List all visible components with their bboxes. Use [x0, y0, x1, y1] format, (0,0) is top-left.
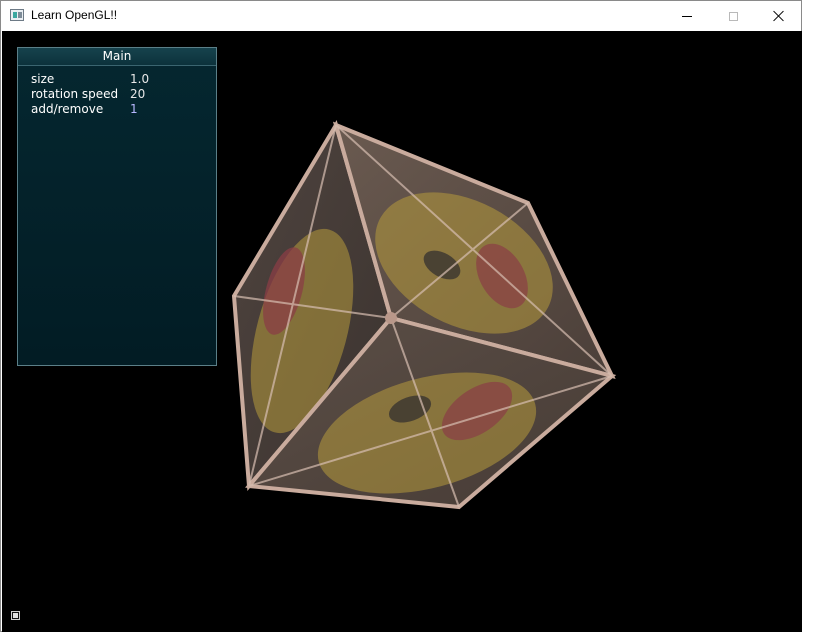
- settings-panel[interactable]: Main size 1.0 rotation speed 20 add/remo…: [17, 47, 217, 366]
- title-bar[interactable]: Learn OpenGL!!: [1, 1, 801, 31]
- render-indicator-icon: [11, 611, 20, 620]
- size-label: size: [31, 72, 55, 86]
- minimize-icon: [682, 15, 692, 17]
- window-title: Learn OpenGL!!: [31, 8, 118, 22]
- app-icon: [10, 9, 24, 21]
- maximize-icon: [728, 11, 738, 21]
- maximize-button[interactable]: [710, 1, 756, 31]
- app-window: Learn OpenGL!! Main size 1.0 rotation sp…: [0, 0, 802, 632]
- minimize-button[interactable]: [664, 1, 710, 31]
- rotation-speed-value[interactable]: 20: [130, 87, 145, 102]
- size-value[interactable]: 1.0: [130, 72, 149, 87]
- close-icon: [773, 10, 785, 22]
- panel-title[interactable]: Main: [18, 48, 216, 66]
- rotation-speed-label: rotation speed: [31, 87, 119, 101]
- add-remove-label: add/remove: [31, 102, 104, 116]
- add-remove-value[interactable]: 1: [130, 102, 138, 117]
- close-button[interactable]: [756, 1, 802, 31]
- cube-corner: [385, 312, 397, 324]
- render-viewport[interactable]: Main size 1.0 rotation speed 20 add/remo…: [2, 31, 802, 632]
